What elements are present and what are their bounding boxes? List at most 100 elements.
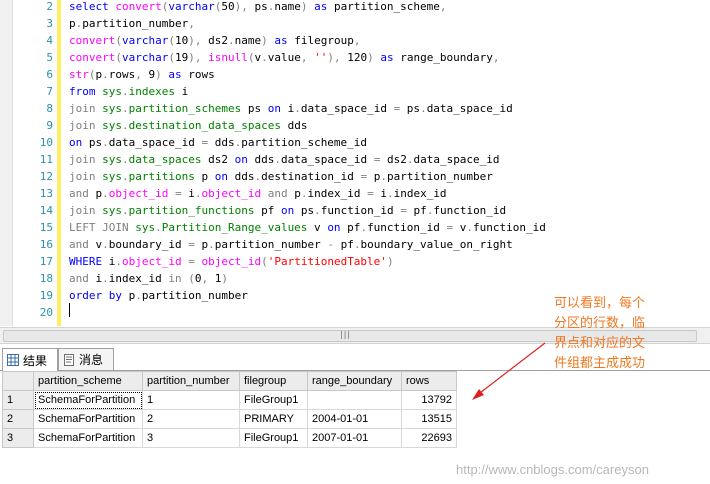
code-token: sys [102, 85, 122, 98]
column-header[interactable]: range_boundary [307, 371, 402, 391]
query-editor[interactable]: 2 3 4 5 6 7 8 9 10 11 12 13 14 15 16 17 18 19 20 select co… [0, 0, 710, 326]
line-number: 18 [39, 272, 53, 285]
column-header[interactable]: partition_number [142, 371, 240, 391]
grid-cell[interactable]: 13515 [401, 409, 457, 429]
code-token: , [439, 0, 447, 13]
line-number: 15 [39, 221, 53, 234]
code-line[interactable]: and v.boundary_id = p.partition_number -… [69, 236, 513, 253]
code-token: ps [247, 0, 268, 13]
code-token: object_id [108, 187, 175, 200]
code-token: join [69, 119, 103, 132]
code-token: pf [406, 204, 427, 217]
code-line[interactable]: from sys.indexes i [69, 83, 188, 100]
code-line[interactable]: select convert(varchar(50), ps.name) as … [69, 0, 447, 15]
code-token: , [188, 17, 195, 30]
code-line[interactable]: convert(varchar(10), ds2.name) as filegr… [69, 32, 360, 49]
column-header[interactable]: filegroup [239, 371, 308, 391]
code-token: in [168, 272, 182, 285]
grid-cell[interactable]: SchemaForPartition [33, 428, 143, 448]
code-token: = [367, 187, 374, 200]
code-line[interactable]: join sys.partition_functions pf on ps.fu… [69, 202, 506, 219]
code-token: boundary_value_on_right [360, 238, 513, 251]
code-token: sys [102, 204, 122, 217]
results-grid[interactable]: partition_scheme partition_number filegr… [2, 371, 457, 448]
code-line[interactable]: order by p.partition_number [69, 287, 248, 304]
line-number: 3 [46, 17, 53, 30]
tab-results[interactable]: 结果 [2, 348, 58, 371]
code-token: p [367, 170, 381, 183]
code-token: i [181, 187, 195, 200]
code-token: varchar [121, 51, 169, 64]
code-line[interactable]: join sys.partitions p on dds.destination… [69, 168, 493, 185]
code-token: on [280, 204, 295, 217]
code-token: partition_scheme [327, 0, 440, 13]
code-line[interactable]: join sys.destination_data_spaces dds [69, 117, 307, 134]
line-number: 9 [46, 119, 53, 132]
grid-icon [7, 354, 19, 366]
grid-cell[interactable]: FileGroup1 [239, 428, 308, 448]
column-header[interactable]: partition_scheme [33, 371, 143, 391]
grid-cell[interactable]: PRIMARY [239, 409, 308, 429]
line-number: 16 [39, 238, 53, 251]
table-row[interactable]: 1 SchemaForPartition 1 FileGroup1 13792 [2, 390, 457, 410]
code-token: destination_data_spaces [128, 119, 281, 132]
code-token: str [69, 68, 89, 81]
code-token: = [400, 204, 407, 217]
code-token: p [194, 238, 209, 251]
code-line[interactable]: str(p.rows, 9) as rows [69, 66, 215, 83]
code-token: sys [102, 102, 122, 115]
line-number: 4 [46, 34, 53, 47]
code-line[interactable]: convert(varchar(19), isnull(v.value, '')… [69, 49, 500, 66]
grid-cell[interactable] [307, 390, 402, 410]
code-line[interactable]: WHERE i.object_id = object_id('Partition… [69, 253, 394, 270]
code-token: on [234, 153, 248, 166]
grid-cell[interactable]: 2004-01-01 [307, 409, 402, 429]
code-line[interactable]: and p.object_id = i.object_id and p.inde… [69, 185, 447, 202]
grid-cell[interactable]: 1 [142, 390, 240, 410]
grid-cell[interactable]: 2 [142, 409, 240, 429]
code-line[interactable]: and i.index_id in (0, 1) [69, 270, 228, 287]
code-line[interactable]: join sys.partition_schemes ps on i.data_… [69, 100, 513, 117]
table-row[interactable]: 2 SchemaForPartition 2 PRIMARY 2004-01-0… [2, 409, 457, 429]
code-token: 9 [141, 68, 156, 81]
code-token: as [267, 34, 288, 47]
row-number[interactable]: 2 [2, 409, 34, 429]
code-token: dds [280, 119, 308, 132]
grid-cell[interactable]: FileGroup1 [239, 390, 308, 410]
code-line[interactable]: on ps.data_space_id = dds.partition_sche… [69, 134, 367, 151]
code-token: as [307, 0, 328, 13]
code-token: as [161, 68, 182, 81]
row-number[interactable]: 1 [2, 390, 34, 410]
grid-cell[interactable]: SchemaForPartition [33, 409, 143, 429]
row-number-header[interactable] [2, 371, 34, 391]
grid-cell[interactable]: 3 [142, 428, 240, 448]
code-token: partition_number [141, 289, 248, 302]
code-line[interactable]: LEFT JOIN sys.Partition_Range_values v o… [69, 219, 546, 236]
code-token: ds2 [201, 153, 235, 166]
grid-cell[interactable]: 13792 [401, 390, 457, 410]
grid-cell[interactable]: 2007-01-01 [307, 428, 402, 448]
code-token: data_space_id [300, 102, 394, 115]
code-token: select [69, 0, 116, 13]
table-row[interactable]: 3 SchemaForPartition 3 FileGroup1 2007-0… [2, 428, 457, 448]
code-token: object_id [201, 187, 268, 200]
grid-cell[interactable]: SchemaForPartition [33, 390, 143, 410]
code-token: v [453, 221, 467, 234]
row-number[interactable]: 3 [2, 428, 34, 448]
code-token: 120 [340, 51, 368, 64]
code-token: dds [247, 153, 275, 166]
code-token: . [122, 85, 129, 98]
code-token: pf [340, 221, 361, 234]
grid-cell[interactable]: 22693 [401, 428, 457, 448]
code-line[interactable]: p.partition_number, [69, 15, 195, 32]
code-token: . [122, 153, 129, 166]
messages-icon [63, 353, 75, 366]
tab-messages[interactable]: 消息 [58, 348, 114, 370]
code-token: ) [367, 51, 374, 64]
code-token: data_space_id [280, 153, 374, 166]
code-token: ds2 [201, 34, 228, 47]
code-token: index_id [307, 187, 368, 200]
code-line[interactable]: join sys.data_spaces ds2 on dds.data_spa… [69, 151, 500, 168]
column-header[interactable]: rows [401, 371, 457, 391]
text-caret [69, 303, 70, 317]
